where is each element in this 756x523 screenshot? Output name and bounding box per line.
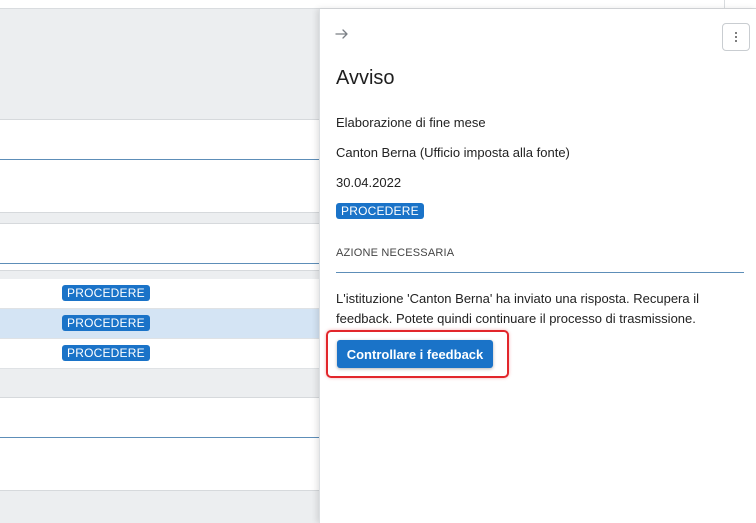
- check-feedback-button[interactable]: Controllare i feedback: [337, 340, 493, 368]
- notice-date: 30.04.2022: [336, 175, 402, 190]
- notice-message: L'istituzione 'Canton Berna' ha inviato …: [336, 291, 699, 326]
- group-1-divider: [0, 159, 330, 160]
- list-group-3: [0, 397, 330, 491]
- top-bar-divider: [724, 0, 725, 8]
- more-vertical-icon: [735, 32, 737, 42]
- table-row[interactable]: PROCEDERE: [0, 339, 330, 369]
- more-options-button[interactable]: [722, 23, 750, 51]
- table-row-selected[interactable]: PROCEDERE: [0, 309, 330, 339]
- section-label-action-required: AZIONE NECESSARIA: [336, 247, 455, 259]
- arrow-right-icon-svg: [335, 29, 348, 39]
- panel-title: Avviso: [336, 67, 395, 89]
- institution-name: Canton Berna (Ufficio imposta alla fonte…: [336, 145, 570, 160]
- arrow-right-icon[interactable]: [334, 26, 352, 44]
- status-badge: PROCEDERE: [336, 203, 424, 219]
- group-2-divider: [0, 263, 330, 264]
- status-badge: PROCEDERE: [62, 345, 150, 361]
- group-3-divider: [0, 437, 330, 438]
- notice-side-panel: Avviso Elaborazione di fine mese Canton …: [319, 9, 756, 523]
- top-bar: [0, 0, 756, 9]
- list-group-1: [0, 119, 330, 213]
- status-badge: PROCEDERE: [62, 285, 150, 301]
- status-badge: PROCEDERE: [62, 315, 150, 331]
- table-row[interactable]: PROCEDERE: [0, 279, 330, 309]
- process-name: Elaborazione di fine mese: [336, 115, 486, 130]
- section-divider: [336, 272, 744, 273]
- list-header-area: [0, 9, 330, 119]
